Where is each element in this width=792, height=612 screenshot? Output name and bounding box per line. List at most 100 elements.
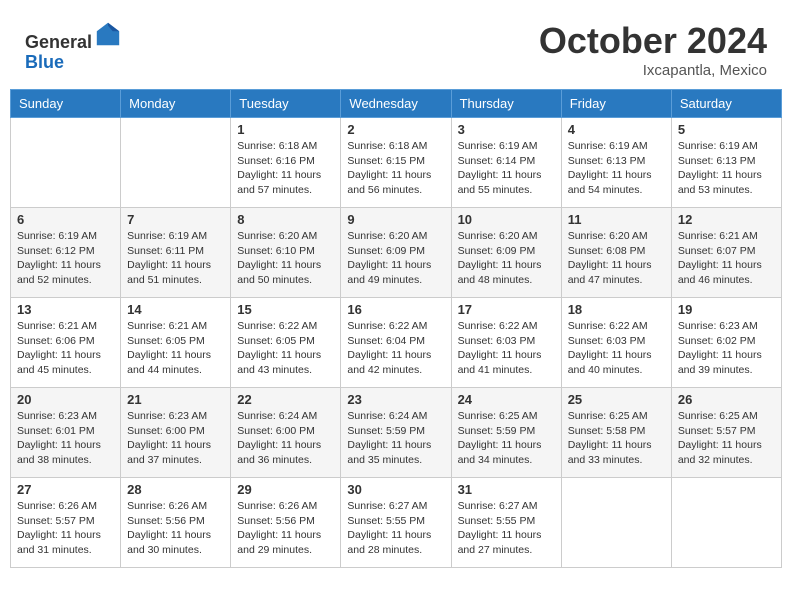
daylight-label: Daylight: 11 hours and 36 minutes. bbox=[237, 439, 321, 466]
day-number: 15 bbox=[237, 302, 334, 317]
sunrise-label: Sunrise: 6:26 AM bbox=[127, 500, 207, 512]
day-number: 26 bbox=[678, 392, 775, 407]
sunset-label: Sunset: 5:57 PM bbox=[678, 425, 756, 437]
logo: General Blue bbox=[25, 20, 122, 73]
calendar-cell: 25Sunrise: 6:25 AMSunset: 5:58 PMDayligh… bbox=[561, 388, 671, 478]
title-area: October 2024 Ixcapantla, Mexico bbox=[539, 20, 767, 79]
day-info: Sunrise: 6:24 AM Sunset: 5:59 PM Daylight:… bbox=[347, 409, 444, 468]
logo-icon bbox=[94, 20, 122, 48]
day-info: Sunrise: 6:21 AMSunset: 6:06 PMDaylight:… bbox=[17, 319, 114, 378]
day-info: Sunrise: 6:22 AMSunset: 6:04 PMDaylight:… bbox=[347, 319, 444, 378]
day-number: 5 bbox=[678, 122, 775, 137]
daylight-label: Daylight: 11 hours and 43 minutes. bbox=[237, 349, 321, 376]
page-header: General Blue October 2024 Ixcapantla, Me… bbox=[10, 10, 782, 84]
day-number: 12 bbox=[678, 212, 775, 227]
day-number: 20 bbox=[17, 392, 114, 407]
sunrise-label: Sunrise: 6:21 AM bbox=[127, 320, 207, 332]
calendar: SundayMondayTuesdayWednesdayThursdayFrid… bbox=[10, 89, 782, 568]
daylight-label: Daylight: 11 hours and 33 minutes. bbox=[568, 439, 652, 466]
calendar-cell: 18Sunrise: 6:22 AMSunset: 6:03 PMDayligh… bbox=[561, 298, 671, 388]
day-info: Sunrise: 6:19 AMSunset: 6:12 PMDaylight:… bbox=[17, 229, 114, 288]
daylight-label: Daylight: 11 hours and 35 minutes. bbox=[347, 439, 431, 466]
day-info: Sunrise: 6:22 AMSunset: 6:03 PMDaylight:… bbox=[458, 319, 555, 378]
day-number: 9 bbox=[347, 212, 444, 227]
calendar-cell: 21Sunrise: 6:23 AMSunset: 6:00 PMDayligh… bbox=[121, 388, 231, 478]
day-number: 30 bbox=[347, 482, 444, 497]
sunset-label: Sunset: 5:55 PM bbox=[458, 515, 536, 527]
calendar-cell: 5 Sunrise: 6:19 AMSunset: 6:13 PMDaylight… bbox=[671, 118, 781, 208]
sunset-label: Sunset: 5:56 PM bbox=[237, 515, 315, 527]
sunrise-label: Sunrise: 6:20 AM bbox=[347, 230, 427, 242]
sunrise-label: Sunrise: 6:22 AM bbox=[347, 320, 427, 332]
sunset-label: Sunset: 6:09 PM bbox=[458, 245, 536, 257]
daylight-label: Daylight: 11 hours and 38 minutes. bbox=[17, 439, 101, 466]
sunset-label: Sunset: 6:06 PM bbox=[17, 335, 95, 347]
sunset-label: Sunset: 5:55 PM bbox=[347, 515, 425, 527]
sunrise-label: Sunrise: 6:23 AM bbox=[678, 320, 758, 332]
calendar-week-row: 20 Sunrise: 6:23 AMSunset: 6:01 PMDayligh… bbox=[11, 388, 782, 478]
sunset-label: Sunset: 5:59 PM bbox=[347, 425, 425, 437]
sunrise-label: Sunrise: 6:18 AM bbox=[347, 140, 427, 152]
daylight-label: Daylight: 11 hours and 49 minutes. bbox=[347, 259, 431, 286]
sunrise-label: Sunrise: 6:19 AM bbox=[678, 140, 758, 152]
day-number: 31 bbox=[458, 482, 555, 497]
daylight-label: Daylight: 11 hours and 31 minutes. bbox=[17, 529, 101, 556]
sunrise-label: Sunrise: 6:19 AM bbox=[127, 230, 207, 242]
daylight-label: Daylight: 11 hours and 44 minutes. bbox=[127, 349, 211, 376]
daylight-label: Daylight: 11 hours and 50 minutes. bbox=[237, 259, 321, 286]
sunrise-label: Sunrise: 6:20 AM bbox=[568, 230, 648, 242]
sunrise-label: Sunrise: 6:25 AM bbox=[678, 410, 758, 422]
sunrise-label: Sunrise: 6:23 AM bbox=[127, 410, 207, 422]
day-info: Sunrise: 6:27 AMSunset: 5:55 PMDaylight:… bbox=[347, 499, 444, 558]
day-info: Sunrise: 6:23 AMSunset: 6:01 PMDaylight:… bbox=[17, 409, 114, 468]
sunrise-label: Sunrise: 6:21 AM bbox=[678, 230, 758, 242]
sunrise-label: Sunrise: 6:25 AM bbox=[568, 410, 648, 422]
daylight-label: Daylight: 11 hours and 46 minutes. bbox=[678, 259, 762, 286]
sunrise-label: Sunrise: 6:20 AM bbox=[458, 230, 538, 242]
daylight-label: Daylight: 11 hours and 47 minutes. bbox=[568, 259, 652, 286]
day-info: Sunrise: 6:22 AMSunset: 6:03 PMDaylight:… bbox=[568, 319, 665, 378]
calendar-cell: 23Sunrise: 6:24 AMSunset: 5:59 PMDayligh… bbox=[341, 388, 451, 478]
day-number: 25 bbox=[568, 392, 665, 407]
calendar-week-row: 6 Sunrise: 6:19 AMSunset: 6:12 PMDaylight… bbox=[11, 208, 782, 298]
sunset-label: Sunset: 6:14 PM bbox=[458, 155, 536, 167]
logo-general: General bbox=[25, 32, 92, 52]
calendar-cell: 11Sunrise: 6:20 AMSunset: 6:08 PMDayligh… bbox=[561, 208, 671, 298]
day-info: Sunrise: 6:22 AMSunset: 6:05 PMDaylight:… bbox=[237, 319, 334, 378]
day-number: 6 bbox=[17, 212, 114, 227]
day-info: Sunrise: 6:19 AMSunset: 6:13 PMDaylight:… bbox=[678, 139, 775, 198]
logo-text: General bbox=[25, 20, 122, 53]
daylight-label: Daylight: 11 hours and 54 minutes. bbox=[568, 169, 652, 196]
day-header-wednesday: Wednesday bbox=[341, 90, 451, 118]
calendar-cell: 31Sunrise: 6:27 AMSunset: 5:55 PMDayligh… bbox=[451, 478, 561, 568]
sunrise-label: Sunrise: 6:24 AM bbox=[347, 410, 427, 422]
day-info: Sunrise: 6:26 AMSunset: 5:56 PMDaylight:… bbox=[237, 499, 334, 558]
day-number: 1 bbox=[237, 122, 334, 137]
sunset-label: Sunset: 6:02 PM bbox=[678, 335, 756, 347]
day-number: 24 bbox=[458, 392, 555, 407]
daylight-label: Daylight: 11 hours and 41 minutes. bbox=[458, 349, 542, 376]
calendar-cell: 28Sunrise: 6:26 AMSunset: 5:56 PMDayligh… bbox=[121, 478, 231, 568]
day-info: Sunrise: 6:18 AMSunset: 6:15 PMDaylight:… bbox=[347, 139, 444, 198]
day-info: Sunrise: 6:21 AMSunset: 6:05 PMDaylight:… bbox=[127, 319, 224, 378]
month-title: October 2024 bbox=[539, 20, 767, 62]
sunrise-label: Sunrise: 6:24 AM bbox=[237, 410, 317, 422]
calendar-cell: 1Sunrise: 6:18 AMSunset: 6:16 PMDaylight… bbox=[231, 118, 341, 208]
day-info: Sunrise: 6:26 AMSunset: 5:56 PMDaylight:… bbox=[127, 499, 224, 558]
day-info: Sunrise: 6:25 AMSunset: 5:57 PMDaylight:… bbox=[678, 409, 775, 468]
day-info: Sunrise: 6:24 AMSunset: 6:00 PMDaylight:… bbox=[237, 409, 334, 468]
sunset-label: Sunset: 6:07 PM bbox=[678, 245, 756, 257]
day-number: 17 bbox=[458, 302, 555, 317]
calendar-week-row: 27Sunrise: 6:26 AMSunset: 5:57 PMDayligh… bbox=[11, 478, 782, 568]
day-header-monday: Monday bbox=[121, 90, 231, 118]
daylight-label: Daylight: 11 hours and 45 minutes. bbox=[17, 349, 101, 376]
sunset-label: Sunset: 5:57 PM bbox=[17, 515, 95, 527]
calendar-cell: 12 Sunrise: 6:21 AM Sunset: 6:07 PM Dayligh… bbox=[671, 208, 781, 298]
day-info: Sunrise: 6:20 AMSunset: 6:10 PMDaylight:… bbox=[237, 229, 334, 288]
day-number: 16 bbox=[347, 302, 444, 317]
daylight-label: Daylight: 11 hours and 48 minutes. bbox=[458, 259, 542, 286]
calendar-week-row: 1Sunrise: 6:18 AMSunset: 6:16 PMDaylight… bbox=[11, 118, 782, 208]
daylight-label: Daylight: 11 hours and 56 minutes. bbox=[347, 169, 431, 196]
calendar-cell bbox=[561, 478, 671, 568]
calendar-cell: 14Sunrise: 6:21 AMSunset: 6:05 PMDayligh… bbox=[121, 298, 231, 388]
